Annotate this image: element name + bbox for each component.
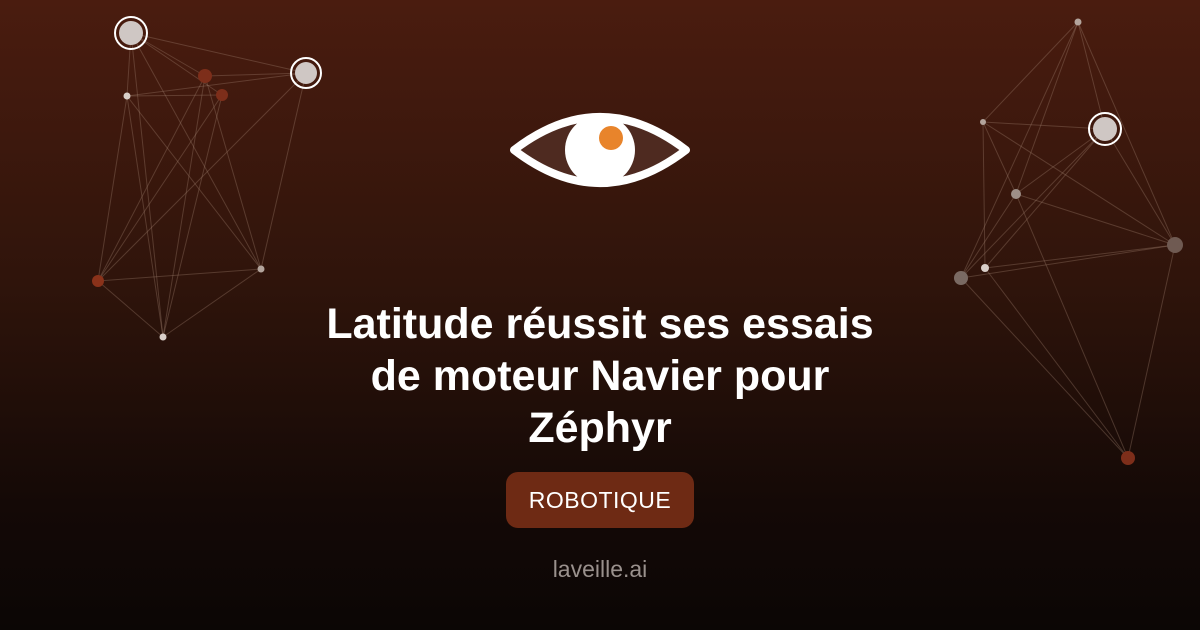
network-node <box>123 92 131 100</box>
network-node <box>1093 117 1117 141</box>
network-node <box>1167 237 1183 253</box>
article-title-line: Latitude réussit ses essais <box>326 300 874 348</box>
network-node <box>295 62 317 84</box>
article-title-line: Zéphyr <box>528 404 672 452</box>
category-tag-label: ROBOTIQUE <box>528 486 672 513</box>
network-node <box>1121 451 1135 465</box>
network-node <box>159 333 167 341</box>
network-node <box>290 57 322 89</box>
article-title-line: de moteur Navier pour <box>370 352 830 400</box>
eye-icon <box>510 113 690 187</box>
network-node <box>980 119 986 125</box>
network-node <box>119 21 143 45</box>
share-card: Latitude réussit ses essais de moteur Na… <box>0 0 1200 630</box>
network-node <box>1074 18 1082 26</box>
category-tag[interactable]: ROBOTIQUE <box>506 472 694 528</box>
site-name: laveille.ai <box>552 556 648 582</box>
network-node <box>1088 112 1122 146</box>
network-node <box>216 89 228 101</box>
network-node <box>1011 189 1021 199</box>
network-node <box>114 16 148 50</box>
network-node <box>257 265 265 273</box>
network-node <box>198 69 212 83</box>
eye-iris-accent <box>599 126 623 150</box>
article-title: Latitude réussit ses essais de moteur Na… <box>250 298 950 454</box>
network-node <box>954 271 968 285</box>
network-node <box>92 275 104 287</box>
network-node <box>981 264 989 272</box>
